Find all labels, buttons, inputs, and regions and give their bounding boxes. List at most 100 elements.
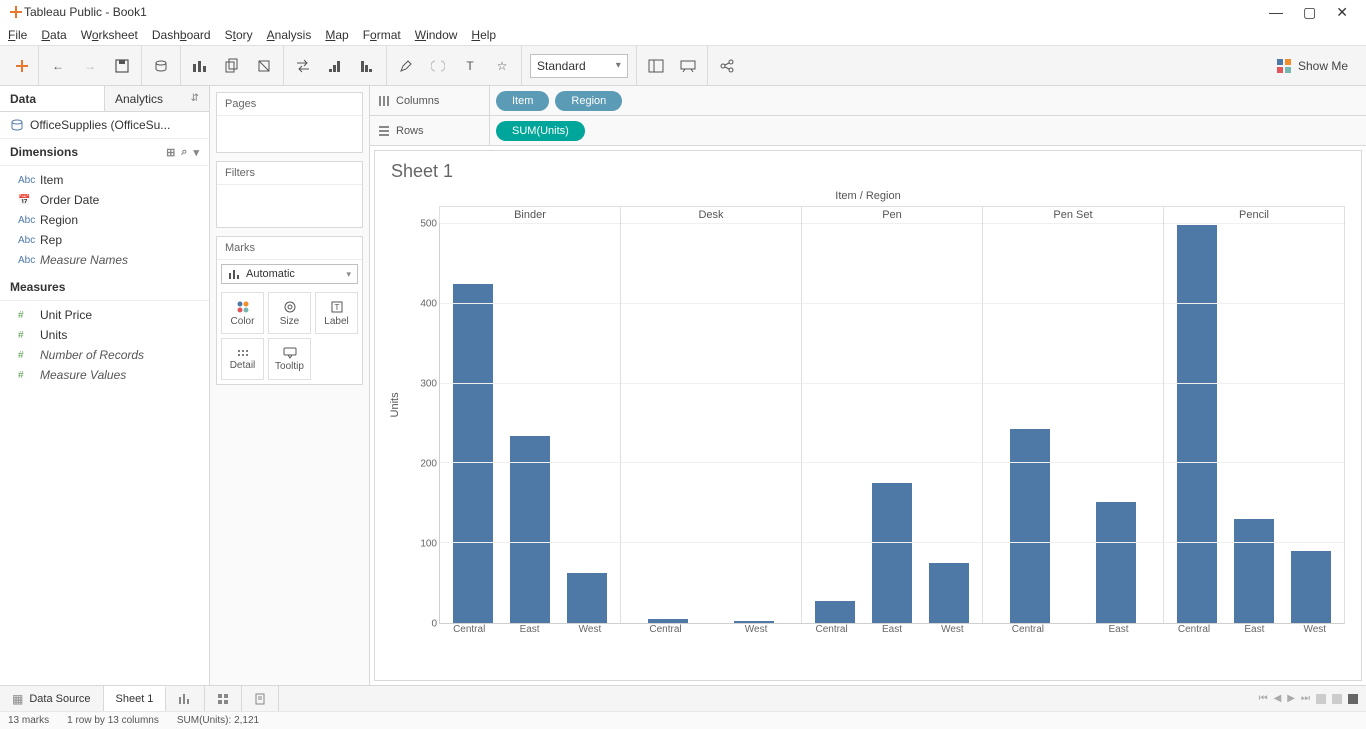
rows-icon	[378, 125, 390, 137]
tab-view1[interactable]	[1316, 694, 1326, 704]
menu-window[interactable]: Window	[415, 28, 458, 42]
show-me-button[interactable]: Show Me	[1276, 58, 1360, 74]
bar[interactable]	[1291, 551, 1331, 623]
cards-pane: Pages Filters Marks Automatic ▾ Color Si…	[210, 86, 370, 685]
marks-type-select[interactable]: Automatic ▾	[221, 264, 358, 284]
new-datasource-button[interactable]	[150, 55, 172, 77]
bar[interactable]	[734, 621, 774, 623]
mark-label[interactable]: TLabel	[315, 292, 358, 334]
last-tab-button[interactable]: ⏭	[1301, 693, 1310, 704]
mark-detail[interactable]: Detail	[221, 338, 264, 380]
mark-size[interactable]: Size	[268, 292, 311, 334]
bar[interactable]	[510, 436, 550, 623]
menu-story[interactable]: Story	[225, 28, 253, 42]
bar[interactable]	[567, 573, 607, 623]
first-tab-button[interactable]: ⏮	[1259, 693, 1268, 704]
labels-button[interactable]: T	[459, 55, 481, 77]
tab-data[interactable]: Data	[0, 86, 104, 111]
prev-tab-button[interactable]: ◀	[1274, 693, 1282, 704]
field-measure-values[interactable]: #Measure Values	[0, 365, 209, 385]
close-button[interactable]: ✕	[1336, 4, 1348, 21]
menu-worksheet[interactable]: Worksheet	[81, 28, 138, 42]
highlight-button[interactable]	[395, 55, 417, 77]
columns-shelf[interactable]: Columns Item Region	[370, 86, 1366, 116]
tab-view3[interactable]	[1348, 694, 1358, 704]
fit-select-value: Standard	[537, 59, 586, 73]
menu-icon[interactable]: ▾	[193, 146, 199, 159]
menu-help[interactable]: Help	[471, 28, 496, 42]
menu-data[interactable]: Data	[41, 28, 66, 42]
menu-analysis[interactable]: Analysis	[267, 28, 312, 42]
sort-asc-button[interactable]	[324, 55, 346, 77]
minimize-button[interactable]: —	[1269, 4, 1283, 21]
filters-card[interactable]: Filters	[216, 161, 363, 228]
new-worksheet-tab[interactable]	[166, 686, 205, 711]
field-order-date[interactable]: 📅Order Date	[0, 190, 209, 210]
bar[interactable]	[1010, 429, 1050, 623]
swap-button[interactable]	[292, 55, 314, 77]
mark-color[interactable]: Color	[221, 292, 264, 334]
pill-item[interactable]: Item	[496, 91, 549, 111]
x-label: East	[510, 624, 550, 635]
field-item[interactable]: AbcItem	[0, 170, 209, 190]
pin-button[interactable]: ☆	[491, 55, 513, 77]
tab-sheet1[interactable]: Sheet 1	[104, 686, 167, 711]
new-story-tab[interactable]	[242, 686, 279, 711]
pill-sum-units[interactable]: SUM(Units)	[496, 121, 585, 141]
presentation-button[interactable]	[677, 55, 699, 77]
search-icon[interactable]: ⌕	[181, 146, 187, 159]
save-button[interactable]	[111, 55, 133, 77]
fit-select[interactable]: Standard ▾	[530, 54, 628, 78]
mark-tooltip[interactable]: Tooltip	[268, 338, 311, 380]
y-axis-label: Units	[389, 392, 401, 417]
group-button[interactable]	[427, 55, 449, 77]
tab-view2[interactable]	[1332, 694, 1342, 704]
pages-card[interactable]: Pages	[216, 92, 363, 153]
share-button[interactable]	[716, 55, 738, 77]
sheet-view[interactable]: Sheet 1 Item / Region BinderDeskPenPen S…	[374, 150, 1362, 681]
sort-desc-button[interactable]	[356, 55, 378, 77]
menu-file[interactable]: File	[8, 28, 27, 42]
bar[interactable]	[453, 284, 493, 623]
tab-analytics[interactable]: Analytics⇵	[104, 86, 209, 111]
y-tick: 0	[431, 619, 437, 630]
bar[interactable]	[1177, 225, 1217, 623]
field-units[interactable]: #Units	[0, 325, 209, 345]
redo-button[interactable]: →	[79, 55, 101, 77]
maximize-button[interactable]: ▢	[1303, 4, 1316, 21]
new-worksheet-button[interactable]	[189, 55, 211, 77]
sheet-title: Sheet 1	[391, 161, 1345, 182]
menu-dashboard[interactable]: Dashboard	[152, 28, 211, 42]
field-rep[interactable]: AbcRep	[0, 230, 209, 250]
show-cards-button[interactable]	[645, 55, 667, 77]
view-icon[interactable]: ⊞	[166, 146, 175, 159]
duplicate-button[interactable]	[221, 55, 243, 77]
rows-shelf[interactable]: Rows SUM(Units)	[370, 116, 1366, 146]
bar[interactable]	[1096, 502, 1136, 623]
datasource-label: OfficeSupplies (OfficeSu...	[30, 118, 170, 132]
undo-button[interactable]: ←	[47, 55, 69, 77]
start-page-icon[interactable]	[14, 58, 30, 74]
status-sum: SUM(Units): 2,121	[177, 715, 259, 726]
menu-map[interactable]: Map	[325, 28, 348, 42]
tab-datasource[interactable]: ▦Data Source	[0, 686, 104, 711]
bar[interactable]	[648, 619, 688, 623]
next-tab-button[interactable]: ▶	[1287, 693, 1295, 704]
clear-button[interactable]	[253, 55, 275, 77]
bar[interactable]	[1234, 519, 1274, 623]
field-region[interactable]: AbcRegion	[0, 210, 209, 230]
bar[interactable]	[872, 483, 912, 623]
field-number-of-records[interactable]: #Number of Records	[0, 345, 209, 365]
field-unit-price[interactable]: #Unit Price	[0, 305, 209, 325]
bar[interactable]	[815, 601, 855, 623]
pill-region[interactable]: Region	[555, 91, 622, 111]
menu-format[interactable]: Format	[363, 28, 401, 42]
toolbar: ← → T ☆ Standard ▾ Show Me	[0, 46, 1366, 86]
new-dashboard-tab[interactable]	[205, 686, 242, 711]
new-dashboard-icon	[217, 693, 229, 705]
chevron-down-icon: ▾	[616, 60, 621, 71]
plot-group	[1164, 224, 1345, 623]
field-measure-names[interactable]: AbcMeasure Names	[0, 250, 209, 270]
datasource-item[interactable]: OfficeSupplies (OfficeSu...	[0, 112, 209, 139]
bar[interactable]	[929, 563, 969, 623]
